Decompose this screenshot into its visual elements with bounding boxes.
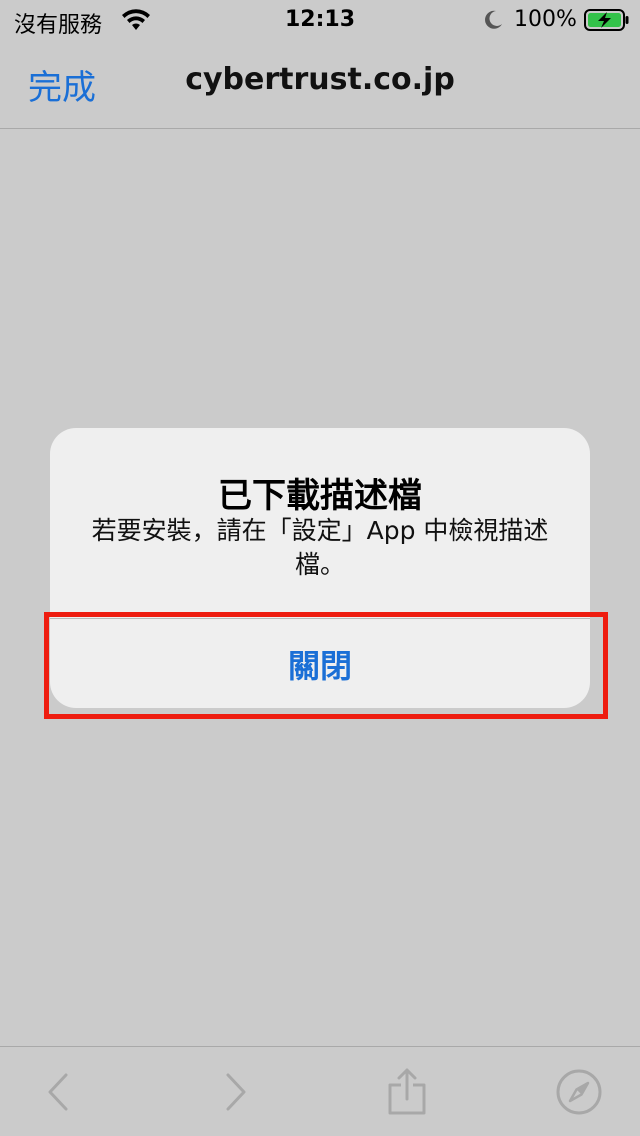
safari-compass-icon[interactable] <box>554 1067 604 1117</box>
close-button[interactable]: 關閉 <box>50 619 590 708</box>
do-not-disturb-moon-icon <box>485 10 502 29</box>
back-icon[interactable] <box>34 1067 84 1117</box>
status-bar: 沒有服務 12:13 100% <box>0 0 640 40</box>
screen: 沒有服務 12:13 100% 完成 cybertrust.co.jp 已下載描… <box>0 0 640 1136</box>
battery-charging-icon <box>584 9 629 31</box>
navigation-bar: 完成 cybertrust.co.jp <box>0 40 640 129</box>
share-icon[interactable] <box>382 1067 432 1117</box>
alert-title: 已下載描述檔 <box>218 476 422 516</box>
bottom-toolbar <box>0 1046 640 1136</box>
alert-message: 若要安裝，請在「設定」App 中檢視描述檔。 <box>91 516 549 579</box>
forward-icon[interactable] <box>210 1067 260 1117</box>
page-title: cybertrust.co.jp <box>185 62 455 97</box>
profile-downloaded-alert: 已下載描述檔 若要安裝，請在「設定」App 中檢視描述檔。 關閉 <box>50 428 590 708</box>
battery-percentage: 100% <box>514 7 577 32</box>
